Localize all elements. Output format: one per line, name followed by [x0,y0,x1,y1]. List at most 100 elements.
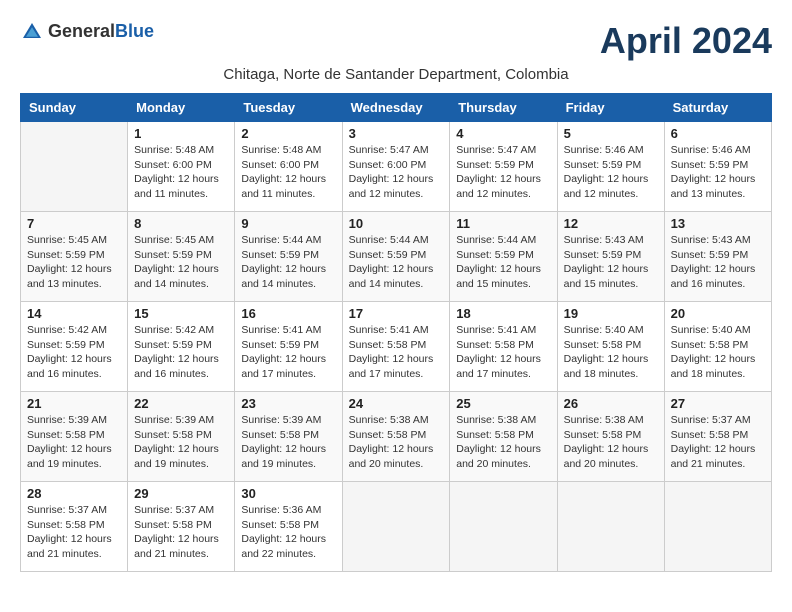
day-info: Sunrise: 5:46 AMSunset: 5:59 PMDaylight:… [671,143,765,202]
week-row-3: 14 Sunrise: 5:42 AMSunset: 5:59 PMDayligh… [21,302,772,392]
day-number: 16 [241,306,335,321]
day-number: 8 [134,216,228,231]
weekday-header-tuesday: Tuesday [235,94,342,122]
calendar: SundayMondayTuesdayWednesdayThursdayFrid… [20,93,772,572]
day-number: 26 [564,396,658,411]
calendar-cell: 9 Sunrise: 5:44 AMSunset: 5:59 PMDaylight… [235,212,342,302]
calendar-cell: 4 Sunrise: 5:47 AMSunset: 5:59 PMDaylight… [450,122,557,212]
day-info: Sunrise: 5:45 AMSunset: 5:59 PMDaylight:… [27,233,121,292]
calendar-cell: 7 Sunrise: 5:45 AMSunset: 5:59 PMDaylight… [21,212,128,302]
day-info: Sunrise: 5:42 AMSunset: 5:59 PMDaylight:… [27,323,121,382]
day-info: Sunrise: 5:44 AMSunset: 5:59 PMDaylight:… [241,233,335,292]
logo: GeneralBlue [20,20,154,44]
calendar-cell [450,482,557,572]
calendar-cell: 19 Sunrise: 5:40 AMSunset: 5:58 PMDayligh… [557,302,664,392]
week-row-2: 7 Sunrise: 5:45 AMSunset: 5:59 PMDaylight… [21,212,772,302]
calendar-cell: 16 Sunrise: 5:41 AMSunset: 5:59 PMDayligh… [235,302,342,392]
calendar-cell: 14 Sunrise: 5:42 AMSunset: 5:59 PMDayligh… [21,302,128,392]
calendar-cell: 6 Sunrise: 5:46 AMSunset: 5:59 PMDaylight… [664,122,771,212]
calendar-cell [664,482,771,572]
day-number: 15 [134,306,228,321]
day-number: 7 [27,216,121,231]
calendar-cell: 8 Sunrise: 5:45 AMSunset: 5:59 PMDaylight… [128,212,235,302]
day-info: Sunrise: 5:39 AMSunset: 5:58 PMDaylight:… [134,413,228,472]
calendar-cell: 30 Sunrise: 5:36 AMSunset: 5:58 PMDayligh… [235,482,342,572]
day-number: 22 [134,396,228,411]
weekday-header-row: SundayMondayTuesdayWednesdayThursdayFrid… [21,94,772,122]
calendar-cell: 22 Sunrise: 5:39 AMSunset: 5:58 PMDayligh… [128,392,235,482]
day-info: Sunrise: 5:43 AMSunset: 5:59 PMDaylight:… [564,233,658,292]
weekday-header-thursday: Thursday [450,94,557,122]
day-info: Sunrise: 5:48 AMSunset: 6:00 PMDaylight:… [241,143,335,202]
calendar-cell: 23 Sunrise: 5:39 AMSunset: 5:58 PMDayligh… [235,392,342,482]
day-number: 13 [671,216,765,231]
day-number: 5 [564,126,658,141]
weekday-header-monday: Monday [128,94,235,122]
day-number: 10 [349,216,444,231]
day-info: Sunrise: 5:47 AMSunset: 5:59 PMDaylight:… [456,143,550,202]
day-info: Sunrise: 5:38 AMSunset: 5:58 PMDaylight:… [349,413,444,472]
week-row-5: 28Sunrise: 5:37 AMSunset: 5:58 PMDayligh… [21,482,772,572]
day-number: 17 [349,306,444,321]
day-number: 2 [241,126,335,141]
day-number: 19 [564,306,658,321]
calendar-cell: 2 Sunrise: 5:48 AMSunset: 6:00 PMDaylight… [235,122,342,212]
day-info: Sunrise: 5:41 AMSunset: 5:59 PMDaylight:… [241,323,335,382]
day-info: Sunrise: 5:48 AMSunset: 6:00 PMDaylight:… [134,143,228,202]
day-number: 1 [134,126,228,141]
calendar-cell [557,482,664,572]
calendar-cell: 25Sunrise: 5:38 AMSunset: 5:58 PMDayligh… [450,392,557,482]
calendar-cell: 3 Sunrise: 5:47 AMSunset: 6:00 PMDaylight… [342,122,450,212]
week-row-4: 21 Sunrise: 5:39 AMSunset: 5:58 PMDayligh… [21,392,772,482]
day-number: 4 [456,126,550,141]
weekday-header-sunday: Sunday [21,94,128,122]
calendar-cell: 29Sunrise: 5:37 AMSunset: 5:58 PMDayligh… [128,482,235,572]
weekday-header-wednesday: Wednesday [342,94,450,122]
day-info: Sunrise: 5:46 AMSunset: 5:59 PMDaylight:… [564,143,658,202]
calendar-cell: 24 Sunrise: 5:38 AMSunset: 5:58 PMDayligh… [342,392,450,482]
week-row-1: 1 Sunrise: 5:48 AMSunset: 6:00 PMDaylight… [21,122,772,212]
calendar-cell: 15 Sunrise: 5:42 AMSunset: 5:59 PMDayligh… [128,302,235,392]
day-number: 14 [27,306,121,321]
day-number: 9 [241,216,335,231]
day-info: Sunrise: 5:44 AMSunset: 5:59 PMDaylight:… [349,233,444,292]
day-info: Sunrise: 5:44 AMSunset: 5:59 PMDaylight:… [456,233,550,292]
day-info: Sunrise: 5:39 AMSunset: 5:58 PMDaylight:… [241,413,335,472]
day-info: Sunrise: 5:47 AMSunset: 6:00 PMDaylight:… [349,143,444,202]
day-number: 24 [349,396,444,411]
day-number: 23 [241,396,335,411]
month-title: April 2024 [600,20,772,62]
calendar-cell: 18 Sunrise: 5:41 AMSunset: 5:58 PMDayligh… [450,302,557,392]
day-info: Sunrise: 5:36 AMSunset: 5:58 PMDaylight:… [241,503,335,562]
day-number: 30 [241,486,335,501]
weekday-header-saturday: Saturday [664,94,771,122]
day-info: Sunrise: 5:42 AMSunset: 5:59 PMDaylight:… [134,323,228,382]
day-number: 25 [456,396,550,411]
day-info: Sunrise: 5:40 AMSunset: 5:58 PMDaylight:… [564,323,658,382]
day-info: Sunrise: 5:41 AMSunset: 5:58 PMDaylight:… [456,323,550,382]
day-number: 21 [27,396,121,411]
day-number: 18 [456,306,550,321]
day-info: Sunrise: 5:41 AMSunset: 5:58 PMDaylight:… [349,323,444,382]
day-info: Sunrise: 5:40 AMSunset: 5:58 PMDaylight:… [671,323,765,382]
logo-general: General [48,21,115,41]
day-number: 6 [671,126,765,141]
day-number: 3 [349,126,444,141]
weekday-header-friday: Friday [557,94,664,122]
calendar-cell: 13 Sunrise: 5:43 AMSunset: 5:59 PMDayligh… [664,212,771,302]
day-number: 27 [671,396,765,411]
calendar-cell [21,122,128,212]
calendar-cell: 10 Sunrise: 5:44 AMSunset: 5:59 PMDayligh… [342,212,450,302]
day-info: Sunrise: 5:39 AMSunset: 5:58 PMDaylight:… [27,413,121,472]
calendar-cell: 12 Sunrise: 5:43 AMSunset: 5:59 PMDayligh… [557,212,664,302]
day-info: Sunrise: 5:43 AMSunset: 5:59 PMDaylight:… [671,233,765,292]
calendar-cell: 20Sunrise: 5:40 AMSunset: 5:58 PMDayligh… [664,302,771,392]
logo-blue: Blue [115,21,154,41]
calendar-cell: 11Sunrise: 5:44 AMSunset: 5:59 PMDayligh… [450,212,557,302]
calendar-cell: 28Sunrise: 5:37 AMSunset: 5:58 PMDayligh… [21,482,128,572]
calendar-cell: 5 Sunrise: 5:46 AMSunset: 5:59 PMDaylight… [557,122,664,212]
day-number: 12 [564,216,658,231]
day-info: Sunrise: 5:37 AMSunset: 5:58 PMDaylight:… [134,503,228,562]
day-info: Sunrise: 5:45 AMSunset: 5:59 PMDaylight:… [134,233,228,292]
calendar-cell: 1 Sunrise: 5:48 AMSunset: 6:00 PMDaylight… [128,122,235,212]
